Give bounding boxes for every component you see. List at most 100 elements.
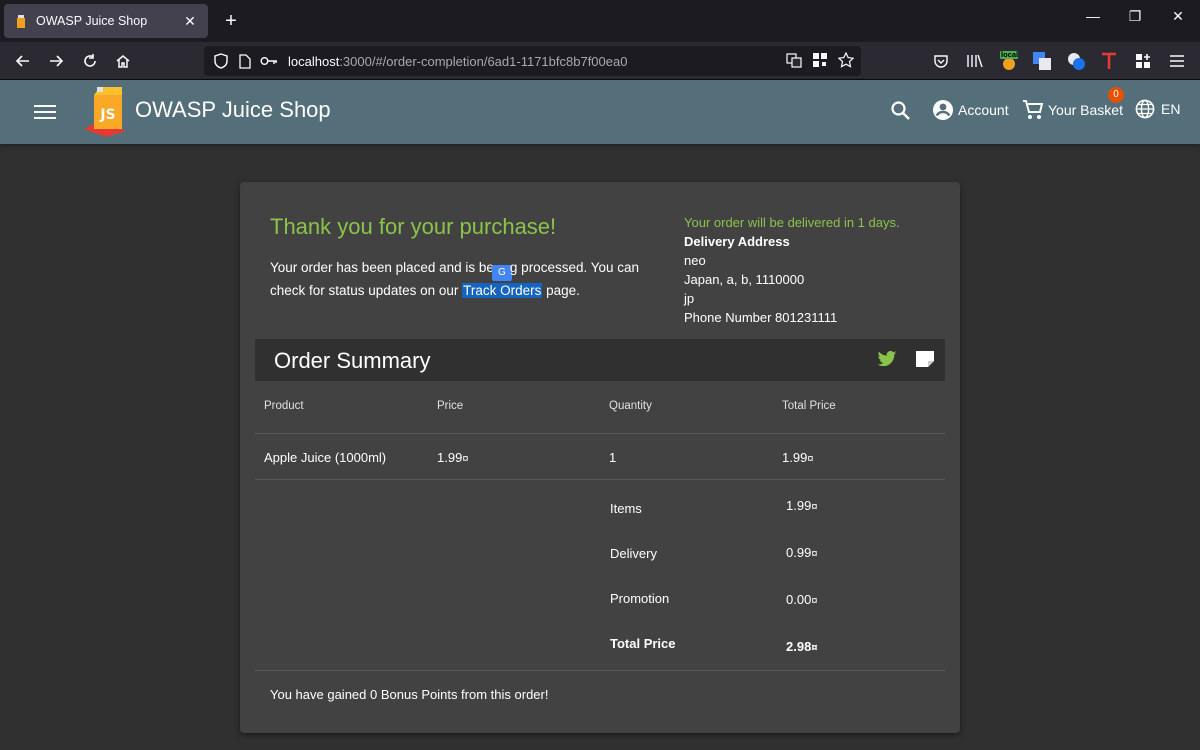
library-icon[interactable]: [965, 51, 985, 71]
translate-page-icon[interactable]: [785, 51, 803, 69]
delivery-label: Delivery: [610, 546, 657, 561]
google-translate-popup-icon[interactable]: G: [491, 265, 512, 281]
new-tab-plus-icon[interactable]: +: [220, 10, 242, 32]
browser-tab[interactable]: OWASP Juice Shop ✕: [4, 4, 208, 38]
row-total-value: 1.99: [782, 450, 808, 465]
header-price: Price: [437, 400, 464, 412]
placed-text-3: page.: [542, 283, 580, 298]
bonus-points-message: You have gained 0 Bonus Points from this…: [270, 687, 549, 702]
reload-icon[interactable]: [79, 50, 101, 72]
items-value: 1.99¤: [786, 498, 817, 513]
key-icon[interactable]: [260, 52, 278, 70]
order-summary-header: Order Summary: [255, 339, 945, 381]
account-button[interactable]: Account: [932, 99, 1009, 121]
table-header: Product Price Quantity Total Price: [255, 381, 945, 434]
total-price-label: Total Price: [610, 636, 676, 651]
order-summary-title: Order Summary: [274, 348, 431, 373]
search-icon[interactable]: [890, 100, 912, 122]
total-price-value: 2.98¤: [786, 639, 817, 654]
row-product: Apple Juice (1000ml): [264, 450, 387, 465]
url-text: localhost:3000/#/order-completion/6ad1-1…: [288, 54, 627, 69]
sidenav-menu-icon[interactable]: [34, 102, 56, 122]
language-button[interactable]: EN: [1135, 99, 1180, 119]
header-total-price: Total Price: [782, 400, 836, 412]
minimize-icon[interactable]: —: [1081, 8, 1105, 24]
currency-symbol: ¤: [811, 595, 818, 607]
tab-title: OWASP Juice Shop: [36, 14, 148, 28]
url-path: :3000/#/order-completion/6ad1-1171bfc8b7…: [339, 53, 628, 69]
delivery-address-label: Delivery Address: [684, 234, 790, 249]
account-label: Account: [958, 102, 1009, 118]
page-icon[interactable]: [236, 52, 254, 70]
order-placed-message: Your order has been placed and is be Gg p…: [270, 258, 650, 300]
bookmark-star-icon[interactable]: [837, 51, 855, 69]
globe-icon: [1135, 99, 1155, 119]
basket-count-badge: 0: [1108, 87, 1124, 103]
header-quantity: Quantity: [609, 400, 652, 412]
shopping-cart-icon: [1023, 100, 1044, 119]
row-price-value: 1.99: [437, 450, 463, 465]
url-host: localhost: [288, 53, 340, 69]
forward-arrow-icon[interactable]: [45, 50, 67, 72]
phone-number: Phone Number 801231111: [684, 310, 838, 325]
twitter-share-icon[interactable]: [877, 350, 899, 370]
delivery-eta: Your order will be delivered in 1 days.: [684, 215, 900, 230]
total-amount: 2.98: [786, 639, 812, 654]
close-window-icon[interactable]: ✕: [1166, 8, 1190, 25]
language-label: EN: [1161, 101, 1181, 117]
browser-navbar: localhost:3000/#/order-completion/6ad1-1…: [0, 42, 1200, 80]
promotion-amount: 0.00: [786, 592, 812, 607]
url-actions: [785, 51, 855, 69]
tab-close-icon[interactable]: ✕: [182, 13, 198, 30]
home-icon[interactable]: [112, 50, 134, 72]
delivery-amount: 0.99: [786, 545, 812, 560]
order-completion-card: Thank you for your purchase! Your order …: [240, 182, 960, 733]
track-orders-link[interactable]: Track Orders: [462, 283, 543, 298]
qr-code-icon[interactable]: [811, 51, 829, 69]
currency-symbol: ¤: [811, 642, 818, 654]
currency-symbol: ¤: [811, 501, 818, 513]
order-summary-table: Product Price Quantity Total Price Apple…: [255, 381, 945, 480]
browser-tabbar: OWASP Juice Shop ✕ + — ❐ ✕: [0, 0, 1200, 42]
app-title[interactable]: OWASP Juice Shop: [135, 97, 331, 123]
pocket-icon[interactable]: [931, 51, 951, 71]
order-totals: Items 1.99¤ Delivery 0.99¤ Promotion 0.0…: [255, 479, 945, 671]
juice-shop-favicon-icon: [14, 13, 28, 29]
local-badge: local: [1001, 50, 1019, 59]
app-toolbar: JS OWASP Juice Shop Account Your Basket …: [0, 80, 1200, 144]
account-circle-icon: [933, 100, 953, 120]
svg-text:JS: JS: [99, 107, 115, 123]
browser-menu-icon[interactable]: [1167, 51, 1187, 71]
basket-label: Your Basket: [1048, 102, 1123, 118]
items-amount: 1.99: [786, 498, 812, 513]
items-label: Items: [610, 501, 642, 516]
note-download-icon[interactable]: [915, 350, 937, 370]
promotion-value: 0.00¤: [786, 592, 817, 607]
table-row: Apple Juice (1000ml) 1.99¤ 1 1.99¤: [255, 434, 945, 480]
t-extension-icon[interactable]: [1099, 51, 1119, 71]
delivery-info: Your order will be delivered in 1 days. …: [684, 213, 900, 327]
address-bar[interactable]: localhost:3000/#/order-completion/6ad1-1…: [204, 46, 861, 76]
address-country: jp: [684, 291, 695, 306]
address-name: neo: [684, 253, 706, 268]
basket-button[interactable]: Your Basket: [1022, 99, 1123, 121]
currency-symbol: ¤: [811, 548, 818, 560]
row-total: 1.99¤: [782, 450, 813, 465]
shield-icon[interactable]: [212, 52, 230, 70]
translate-extension-icon[interactable]: [1066, 51, 1086, 71]
juice-shop-logo-icon[interactable]: JS: [82, 85, 130, 137]
row-price: 1.99¤: [437, 450, 468, 465]
promotion-label: Promotion: [610, 591, 670, 606]
thank-you-heading: Thank you for your purchase!: [270, 214, 557, 239]
currency-symbol: ¤: [462, 453, 469, 465]
google-translate-icon[interactable]: [1032, 51, 1052, 71]
placed-text-1: Your order has been placed and is be: [270, 260, 494, 275]
delivery-value: 0.99¤: [786, 545, 817, 560]
back-arrow-icon[interactable]: [12, 50, 34, 72]
currency-symbol: ¤: [807, 453, 814, 465]
extensions-grid-icon[interactable]: [1133, 51, 1153, 71]
local-extension-icon[interactable]: local: [999, 50, 1019, 71]
restore-icon[interactable]: ❐: [1123, 8, 1147, 25]
header-product: Product: [264, 400, 304, 412]
row-quantity: 1: [609, 450, 617, 465]
